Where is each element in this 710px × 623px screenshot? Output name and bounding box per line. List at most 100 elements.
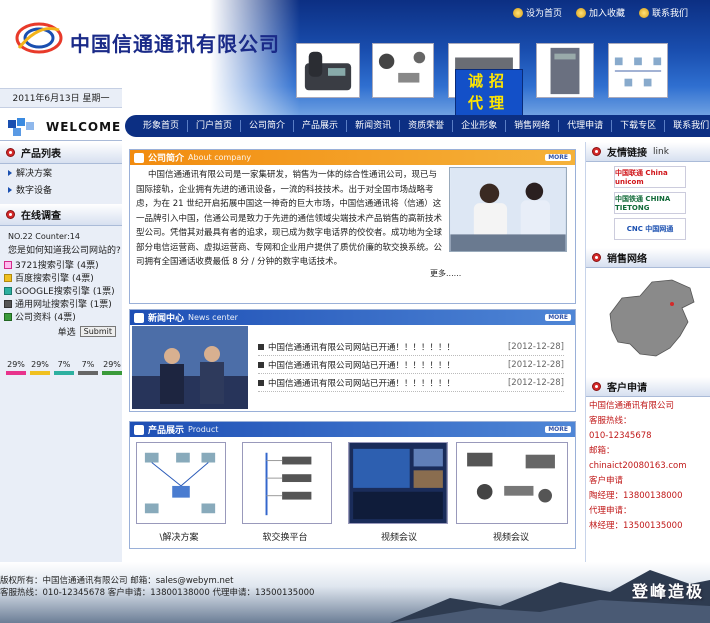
result-pct: 29% <box>31 360 49 369</box>
recruit-agent-banner[interactable]: 诚招 代理 <box>455 69 523 115</box>
nav-item-image[interactable]: 企业形象 <box>453 120 507 132</box>
products-more-tag[interactable]: MORE <box>545 426 571 433</box>
news-item-date: [2012-12-28] <box>507 341 564 352</box>
news-panel: 新闻中心 News center MORE 中国信通通讯有限公司网站已开通！！！… <box>129 309 576 412</box>
links-header: 友情链接 link <box>586 142 710 162</box>
survey-counter: Counter:14 <box>35 232 80 241</box>
product-item-solutions[interactable]: 解决方案 <box>0 164 122 181</box>
right-sidebar: 友情链接 link 中国联通 China unicom 中国铁通 CHINA T… <box>585 142 710 562</box>
news-item-date: [2012-12-28] <box>507 359 564 370</box>
survey-question: 您是如何知道我公司网站的? <box>8 246 121 256</box>
product-item-label: 解决方案 <box>16 169 53 179</box>
nav-item-about[interactable]: 公司简介 <box>241 120 295 132</box>
nav-item-news[interactable]: 新闻资讯 <box>347 120 401 132</box>
result-bar: 29% <box>6 360 26 375</box>
checkbox[interactable] <box>4 260 12 269</box>
nav-item-home[interactable]: 形象首页 <box>135 120 189 132</box>
survey-option[interactable]: 公司资料 (4票) <box>0 310 122 323</box>
survey-option[interactable]: 3721搜索引擎 (4票) <box>0 258 122 271</box>
welcome-text: WELCOME <box>46 120 122 134</box>
survey-option-label: 百度搜索引擎 <box>15 274 70 284</box>
news-item[interactable]: 中国信通通讯有限公司网站已开通！！！！！！！ [2012-12-28] <box>258 338 564 356</box>
top-link-favorite-label: 加入收藏 <box>588 9 625 19</box>
top-link-home[interactable]: 设为首页 <box>512 6 562 19</box>
news-item-date: [2012-12-28] <box>507 377 564 388</box>
products-title-en: Product <box>188 425 219 434</box>
product-label-solutions[interactable]: \解决方案 <box>134 530 224 543</box>
survey-option-votes: (1票) <box>92 287 115 297</box>
result-bar: 29% <box>102 360 122 375</box>
result-swatch <box>78 371 98 375</box>
nav-item-contact[interactable]: 联系我们 <box>665 120 710 132</box>
business-people-image <box>132 326 248 409</box>
site-footer: 版权所有：中国信通通讯有限公司 邮箱：sales@webym.net 客服热线：… <box>0 562 710 623</box>
product-image-softswitch[interactable] <box>242 442 332 524</box>
checkbox[interactable] <box>4 312 12 321</box>
about-panel: 公司简介 About company MORE 中国信通通讯有限公司是一家集研发… <box>129 149 576 304</box>
nav-item-honors[interactable]: 资质荣誉 <box>400 120 454 132</box>
arrow-right-icon <box>8 186 12 193</box>
survey-option-votes: (4票) <box>54 313 76 323</box>
survey-option-label: 通用网址搜索引擎 <box>15 300 88 310</box>
news-item-title: 中国信通通讯有限公司网站已开通！！！！！！！ <box>268 360 456 371</box>
top-link-contact[interactable]: 联系我们 <box>638 6 688 19</box>
recruit-line2: 代理 <box>467 94 510 112</box>
survey-results: 29% 29% 7% 7% 29% <box>0 338 122 375</box>
news-item[interactable]: 中国信通通讯有限公司网站已开通！！！！！！！ [2012-12-28] <box>258 374 564 392</box>
checkbox[interactable] <box>4 299 12 308</box>
partner-link-cnc[interactable]: CNC 中国网通 <box>614 218 686 240</box>
result-pct: 29% <box>7 360 25 369</box>
survey-option[interactable]: 百度搜索引擎 (4票) <box>0 271 122 284</box>
bullet-icon <box>258 361 264 368</box>
news-more-tag[interactable]: MORE <box>545 314 571 321</box>
top-link-favorite[interactable]: 加入收藏 <box>575 6 625 19</box>
survey-option[interactable]: 通用网址搜索引擎 (1票) <box>0 297 122 310</box>
nav-item-download[interactable]: 下载专区 <box>612 120 666 132</box>
product-item-digital[interactable]: 数字设备 <box>0 181 122 198</box>
contact-email[interactable]: chinaict20080163.com <box>589 459 710 474</box>
result-swatch <box>54 371 74 375</box>
panel-title-icon <box>134 152 144 163</box>
apply-title: 客户申请 <box>607 383 647 394</box>
nav-item-portal[interactable]: 门户首页 <box>188 120 242 132</box>
china-map-image[interactable] <box>600 274 700 364</box>
product-image-video-conf-1[interactable] <box>348 442 448 524</box>
partner-link-unicom[interactable]: 中国联通 China unicom <box>614 166 686 188</box>
about-more-tag[interactable]: MORE <box>545 154 571 161</box>
panel-title-icon <box>134 424 144 435</box>
contact-apply-label: 客户申请 <box>589 476 624 486</box>
bullet-icon <box>258 379 264 386</box>
bullet-icon <box>6 210 15 219</box>
about-more-link[interactable]: 更多...... <box>430 268 461 279</box>
about-text: 中国信通通讯有限公司是一家集研发，销售为一体的综合性通讯公司，现已与国际接轨，企… <box>136 170 443 267</box>
news-title: 新闻中心 <box>148 314 185 324</box>
bullet-icon <box>258 343 264 350</box>
product-label-video-conf-1[interactable]: 视频会议 <box>354 530 444 543</box>
news-item[interactable]: 中国信通通讯有限公司网站已开通！！！！！！！ [2012-12-28] <box>258 356 564 374</box>
footer-slogan: 登峰造极 <box>631 582 704 601</box>
welcome-cube-icon <box>8 118 34 136</box>
nav-item-products[interactable]: 产品展示 <box>294 120 348 132</box>
product-label-video-conf-2[interactable]: 视频会议 <box>466 530 556 543</box>
nav-item-sales[interactable]: 销售网络 <box>506 120 560 132</box>
nav-item-agent[interactable]: 代理申请 <box>559 120 613 132</box>
survey-title: 在线调查 <box>21 211 61 222</box>
submit-button[interactable]: Submit <box>79 326 116 337</box>
checkbox[interactable] <box>4 286 12 295</box>
product-image-solutions[interactable] <box>136 442 226 524</box>
survey-option[interactable]: GOOGLE搜索引擎 (1票) <box>0 284 122 297</box>
news-list: 中国信通通讯有限公司网站已开通！！！！！！！ [2012-12-28] 中国信通… <box>258 338 564 392</box>
news-panel-header: 新闻中心 News center MORE <box>130 310 575 325</box>
product-image-video-conf-2[interactable] <box>456 442 568 524</box>
about-panel-header: 公司简介 About company MORE <box>130 150 575 165</box>
survey-option-votes: (4票) <box>72 274 94 284</box>
bullet-icon <box>592 382 601 391</box>
camera-image <box>372 43 434 98</box>
products-panel-header: 产品展示 Product MORE <box>130 422 575 437</box>
top-links: 设为首页 加入收藏 联系我们 <box>512 6 688 19</box>
contact-hotline-label: 客服热线： <box>589 416 632 426</box>
product-list-header: 产品列表 <box>0 142 122 164</box>
checkbox[interactable] <box>4 273 12 282</box>
product-label-softswitch[interactable]: 软交换平台 <box>240 530 330 543</box>
partner-link-tietong[interactable]: 中国铁通 CHINA TIETONG <box>614 192 686 214</box>
